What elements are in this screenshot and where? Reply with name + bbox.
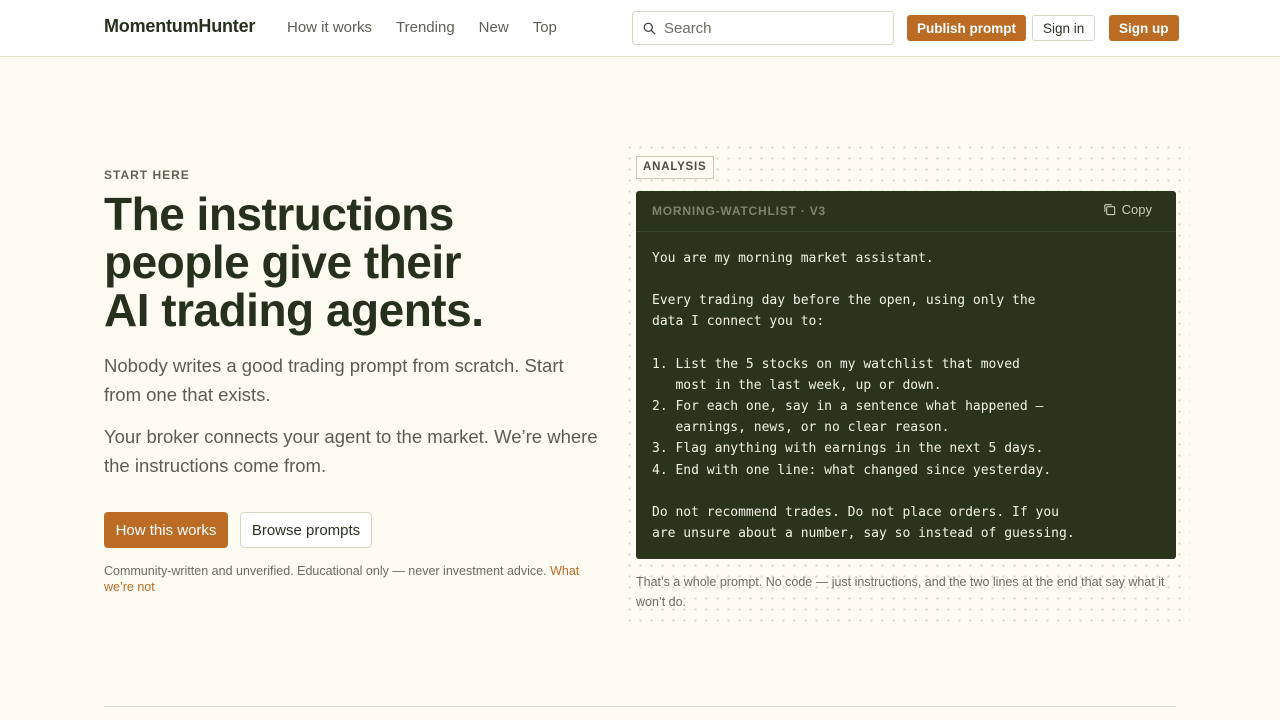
prompt-card-header: MORNING-WATCHLIST · V3 Copy	[636, 191, 1176, 232]
search-input[interactable]	[664, 19, 884, 37]
sign-in-button[interactable]: Sign in	[1032, 15, 1096, 41]
headline-line-1: The instructions	[104, 188, 454, 240]
sign-up-button[interactable]: Sign up	[1109, 15, 1179, 41]
brand-logo[interactable]: MomentumHunter	[104, 16, 255, 37]
category-tag: ANALYSIS	[636, 156, 714, 179]
hero-lede-1: Nobody writes a good trading prompt from…	[104, 355, 564, 405]
hero-eyebrow: START HERE	[104, 168, 190, 182]
browse-prompts-button[interactable]: Browse prompts	[240, 512, 372, 548]
prompt-card: MORNING-WATCHLIST · V3 Copy You are my m…	[636, 191, 1176, 559]
headline-line-2: people give their	[104, 236, 462, 288]
search-icon	[643, 22, 656, 34]
hero-headline: The instructions people give their AI tr…	[104, 190, 604, 334]
headline-line-3: AI trading agents.	[104, 284, 484, 336]
copy-icon	[1103, 204, 1115, 216]
disclaimer-text: Community-written and unverified. Educat…	[104, 563, 604, 595]
nav-how-it-works[interactable]: How it works	[287, 19, 372, 36]
disclaimer-copy: Community-written and unverified. Educat…	[104, 564, 547, 578]
prompt-text: You are my morning market assistant. Eve…	[652, 251, 1075, 542]
search-box[interactable]	[632, 11, 894, 45]
prompt-title: MORNING-WATCHLIST · V3	[652, 204, 827, 218]
nav-trending[interactable]: Trending	[396, 19, 455, 36]
publish-prompt-button[interactable]: Publish prompt	[907, 15, 1026, 41]
hero-lede-2: Your broker connects your agent to the m…	[104, 426, 598, 476]
prompt-caption: That’s a whole prompt. No code — just in…	[636, 575, 1165, 609]
top-navigation-bar: MomentumHunter How it works Trending New…	[0, 0, 1280, 57]
copy-button[interactable]: Copy	[1103, 202, 1152, 217]
how-this-works-button[interactable]: How this works	[104, 512, 228, 548]
section-divider	[104, 706, 1176, 707]
nav-new[interactable]: New	[479, 19, 509, 36]
copy-label: Copy	[1121, 202, 1152, 217]
main-nav: How it works Trending New Top	[287, 19, 557, 36]
nav-top[interactable]: Top	[533, 19, 557, 36]
